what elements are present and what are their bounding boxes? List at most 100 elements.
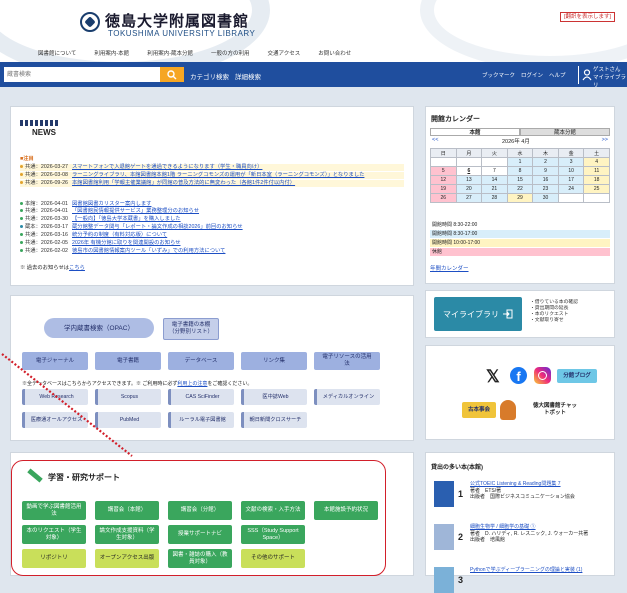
mylibrary-button[interactable]: マイライブラリ — [434, 297, 522, 331]
calendar-day[interactable]: 8 — [506, 166, 534, 176]
news-link[interactable]: 蔵分館整データ関与「レポート・論文作成の相談2026」前回のお知らせ — [72, 224, 243, 230]
calendar-day[interactable]: 4 — [583, 157, 610, 167]
search-input[interactable] — [4, 67, 160, 82]
facebook-icon[interactable]: f — [510, 367, 527, 384]
library-logo-icon[interactable] — [80, 12, 100, 32]
e-resource-button[interactable]: 電子リソースの活用法 — [314, 352, 380, 370]
calendar-day[interactable]: 6 — [455, 166, 483, 176]
calendar-day[interactable]: 3 — [557, 157, 585, 167]
sns-panel — [425, 345, 615, 440]
calendar-day-header: 土 — [583, 148, 610, 158]
database-button[interactable]: 医中誌Web — [241, 389, 307, 405]
database-button[interactable]: メディカルオンライン — [314, 389, 380, 405]
advanced-search-link[interactable]: 詳細検索 — [235, 71, 261, 81]
calendar-day[interactable]: 15 — [506, 175, 534, 185]
book-club-button[interactable]: 古本事会 — [462, 402, 496, 418]
bookmark-link[interactable]: ブックマーク — [482, 71, 515, 79]
book-cover-icon[interactable] — [434, 481, 454, 507]
nav-guide-main[interactable]: 利用案内-本館 — [94, 49, 129, 57]
calendar-day[interactable]: 29 — [506, 193, 534, 203]
usage-notes-link[interactable]: 利用上の注意 — [177, 381, 207, 387]
calendar-day[interactable]: 14 — [481, 175, 508, 185]
database-button[interactable]: CAS SciFinder — [168, 389, 234, 405]
calendar-next[interactable]: >> — [602, 137, 608, 143]
mylibrary-link[interactable]: ゲストさん マイライブラリ — [578, 66, 627, 89]
tab-branch-library[interactable]: 蔵本分館 — [520, 128, 610, 136]
calendar-day[interactable]: 9 — [532, 166, 559, 176]
news-bullet-icon — [20, 217, 23, 221]
e-resource-button[interactable]: データベース — [168, 352, 234, 370]
site-title[interactable]: 徳島大学附属図書館 — [105, 10, 249, 31]
calendar-day[interactable]: 18 — [583, 175, 610, 185]
calendar-day[interactable]: 7 — [481, 166, 508, 176]
rank-publisher: 出版者 培風館 — [470, 537, 506, 543]
news-date: 共通：2026-02-02 — [25, 248, 68, 254]
calendar-day[interactable]: 21 — [481, 184, 508, 194]
calendar-prev[interactable]: << — [432, 137, 438, 143]
news-heading: NEWS — [20, 120, 60, 142]
calendar-day[interactable]: 22 — [506, 184, 534, 194]
search-button[interactable] — [160, 67, 184, 82]
calendar-day[interactable]: 20 — [455, 184, 483, 194]
calendar-day[interactable]: 19 — [430, 184, 457, 194]
instagram-icon[interactable] — [534, 367, 551, 384]
book-cover-icon[interactable] — [434, 524, 454, 550]
calendar-day — [583, 193, 610, 203]
calendar-day[interactable]: 11 — [583, 166, 610, 176]
news-link[interactable]: 【一般向】「徳島大学本蔵書」を購入しました — [72, 216, 181, 222]
book-cover-icon[interactable] — [434, 567, 454, 593]
news-link[interactable]: 徳島市の図書館情報案内ツール「いずみ」での利用方法について — [72, 248, 225, 254]
calendar-day[interactable]: 17 — [557, 175, 585, 185]
translate-button[interactable]: [翻訳を表示します] — [560, 12, 616, 22]
calendar-day[interactable]: 27 — [455, 193, 483, 203]
news-archive-link[interactable]: こちら — [69, 265, 85, 271]
news-link[interactable]: 2026年 有機分館に取りを関連開設のお知らせ — [72, 240, 181, 246]
calendar-day[interactable]: 24 — [557, 184, 585, 194]
login-link[interactable]: ログイン — [521, 71, 543, 79]
calendar-day[interactable]: 30 — [532, 193, 559, 203]
nav-contact[interactable]: お問い合わせ — [318, 49, 351, 57]
blog-button[interactable]: 分館ブログ — [557, 369, 597, 383]
calendar-day[interactable]: 26 — [430, 193, 457, 203]
x-icon[interactable]: 𝕏 — [486, 367, 500, 387]
news-link[interactable]: ラーニングライブラリ、本館図書館本館1階 ラーニングコモンズの運用が「新日本室（… — [72, 172, 364, 178]
news-link[interactable]: 本館図書館利用「学報主催業議館」が同館の普及方法的に無変わった（各館1件2件付以… — [72, 180, 295, 186]
calendar-day — [430, 157, 457, 167]
database-button[interactable]: 朝日新聞クロスサーチ — [241, 412, 307, 428]
ebook-list-button[interactable]: 電子書籍の本棚（分野別リスト） — [163, 318, 219, 340]
calendar-day[interactable]: 23 — [532, 184, 559, 194]
opac-label: 学内蔵書検索（OPAC） — [64, 324, 134, 332]
calendar-day[interactable]: 12 — [430, 175, 457, 185]
annual-calendar-link[interactable]: 年間カレンダー — [430, 264, 469, 272]
calendar-day[interactable]: 13 — [455, 175, 483, 185]
calendar-day[interactable]: 28 — [481, 193, 508, 203]
ebook-list-label: 電子書籍の本棚（分野別リスト） — [168, 322, 213, 335]
nav-public-use[interactable]: 一般の方の利用 — [211, 49, 250, 57]
database-note-tail: をご確認ください。 — [207, 381, 253, 387]
news-link[interactable]: 図書館図書カリスター案内します — [72, 201, 151, 207]
tab-main-library[interactable]: 本館 — [430, 128, 520, 136]
calendar-day[interactable]: 10 — [557, 166, 585, 176]
calendar-day[interactable]: 5 — [430, 166, 457, 176]
news-link[interactable]: 「図書館民情報提供サービス」業務整理分のお知らせ — [72, 208, 199, 214]
chatbot-button[interactable]: 徳大図書館チャットボット — [520, 401, 590, 419]
rank-title-link[interactable]: 公式TOEIC Listening & Reading問題集 7 — [470, 481, 575, 488]
news-link[interactable]: 統分予約の制度（有料対応版）について — [72, 232, 167, 238]
nav-guide-branch[interactable]: 利用案内-蔵本分館 — [147, 49, 193, 57]
news-panel — [10, 106, 414, 286]
calendar-day[interactable]: 1 — [506, 157, 534, 167]
database-button[interactable]: ルーラル電子図書館 — [168, 412, 234, 428]
news-bullet-icon — [20, 165, 23, 169]
nav-about[interactable]: 図書館について — [38, 49, 76, 57]
rank-title-link[interactable]: Pythonで学ぶディープラーニングの理論と実装 (1) — [470, 567, 582, 574]
help-link[interactable]: ヘルプ — [549, 71, 566, 79]
calendar-day[interactable]: 2 — [532, 157, 559, 167]
calendar-day[interactable]: 16 — [532, 175, 559, 185]
calendar-day[interactable]: 25 — [583, 184, 610, 194]
opac-button[interactable]: 学内蔵書検索（OPAC） — [44, 318, 154, 338]
news-link[interactable]: スマートフォンで入退館ゲートを通過できるようになります（学生・職員向け） — [72, 164, 262, 170]
e-resource-label: 電子リソースの活用法 — [322, 354, 372, 367]
category-search-link[interactable]: カテゴリ検索 — [190, 71, 229, 81]
e-resource-button[interactable]: リンク集 — [241, 352, 307, 370]
nav-access[interactable]: 交通アクセス — [268, 49, 301, 57]
